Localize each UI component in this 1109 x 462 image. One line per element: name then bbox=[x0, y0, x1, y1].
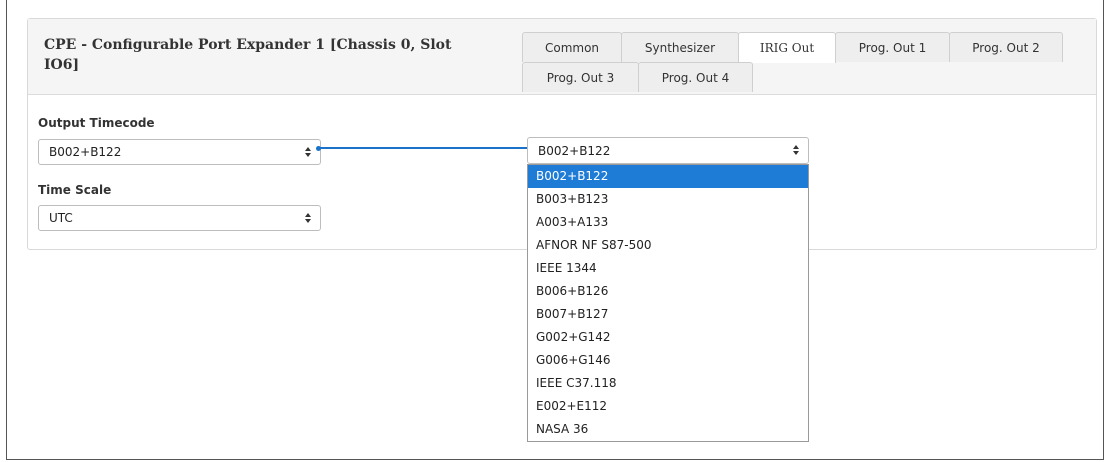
option-b003-b123[interactable]: B003+B123 bbox=[528, 188, 808, 211]
option-a003-a133[interactable]: A003+A133 bbox=[528, 211, 808, 234]
tab-prog-out-1[interactable]: Prog. Out 1 bbox=[835, 32, 950, 62]
timecode-options-list: B002+B122 B003+B123 A003+A133 AFNOR NF S… bbox=[527, 164, 809, 442]
tab-prog-out-4[interactable]: Prog. Out 4 bbox=[638, 62, 753, 92]
timecode-dropdown-select[interactable]: B002+B122 bbox=[527, 137, 809, 164]
tab-prog-out-3[interactable]: Prog. Out 3 bbox=[522, 62, 639, 92]
time-scale-select[interactable]: UTC bbox=[38, 205, 321, 231]
option-g006-g146[interactable]: G006+G146 bbox=[528, 349, 808, 372]
select-arrows-icon bbox=[305, 147, 311, 157]
tab-irig-out[interactable]: IRIG Out bbox=[738, 32, 836, 63]
timecode-dropdown-value: B002+B122 bbox=[538, 143, 611, 158]
time-scale-value: UTC bbox=[49, 211, 73, 225]
option-afnor-nf-s87-500[interactable]: AFNOR NF S87-500 bbox=[528, 234, 808, 257]
time-scale-label: Time Scale bbox=[38, 183, 112, 197]
callout-connector bbox=[318, 147, 529, 149]
option-nasa-36[interactable]: NASA 36 bbox=[528, 418, 808, 441]
select-arrows-icon bbox=[305, 213, 311, 223]
option-ieee-1344[interactable]: IEEE 1344 bbox=[528, 257, 808, 280]
output-timecode-select[interactable]: B002+B122 bbox=[38, 139, 321, 165]
option-b007-b127[interactable]: B007+B127 bbox=[528, 303, 808, 326]
option-e002-e112[interactable]: E002+E112 bbox=[528, 395, 808, 418]
tab-synthesizer[interactable]: Synthesizer bbox=[621, 32, 739, 62]
panel-title: CPE - Configurable Port Expander 1 [Chas… bbox=[44, 37, 452, 73]
tab-common[interactable]: Common bbox=[522, 32, 622, 62]
tab-prog-out-2[interactable]: Prog. Out 2 bbox=[949, 32, 1063, 62]
select-arrows-icon bbox=[793, 145, 799, 155]
option-b002-b122[interactable]: B002+B122 bbox=[528, 165, 808, 188]
option-ieee-c37-118[interactable]: IEEE C37.118 bbox=[528, 372, 808, 395]
output-timecode-label: Output Timecode bbox=[38, 116, 155, 130]
option-b006-b126[interactable]: B006+B126 bbox=[528, 280, 808, 303]
output-timecode-value: B002+B122 bbox=[49, 145, 122, 159]
option-g002-g142[interactable]: G002+G142 bbox=[528, 326, 808, 349]
